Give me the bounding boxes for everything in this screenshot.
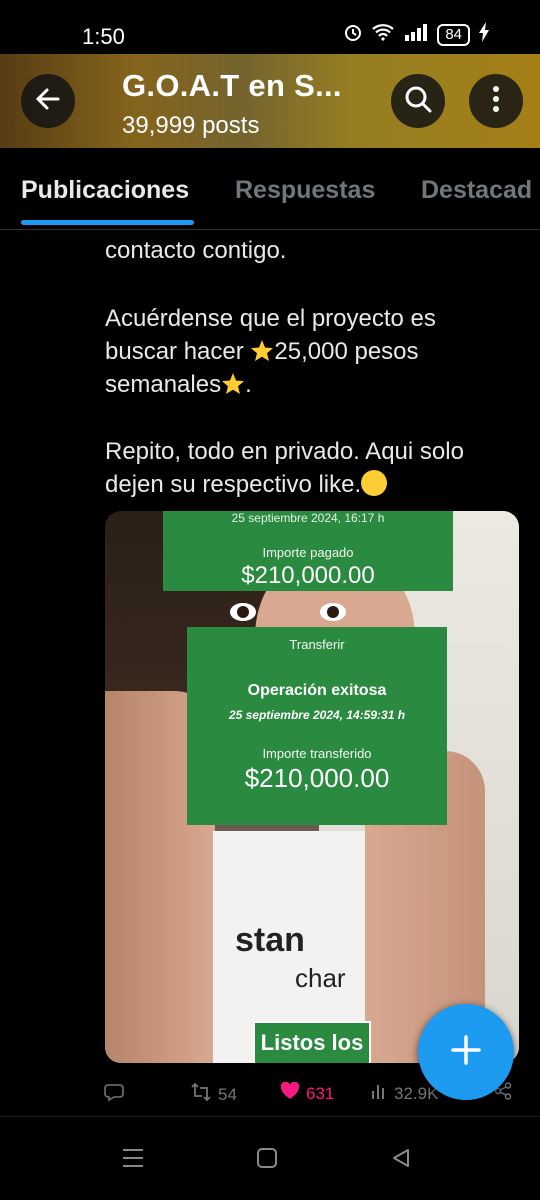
retweet-button[interactable]: 54	[190, 1082, 237, 1107]
status-icons: 84	[343, 22, 490, 47]
system-navigation-bar	[0, 1116, 540, 1200]
post-text-segment: semanales	[105, 371, 222, 398]
post-text-line: Acuérdense que el proyecto es	[105, 305, 436, 332]
star-icon	[221, 372, 245, 396]
like-count: 631	[306, 1083, 335, 1103]
post-text-segment: .	[245, 371, 252, 398]
post-text-line: semanales.	[105, 368, 525, 401]
recent-apps-button[interactable]	[118, 1145, 148, 1175]
post-count: 39,999 posts	[122, 112, 260, 139]
post-text-line: buscar hacer 25,000 pesos	[105, 335, 525, 368]
views-button[interactable]: 32.9K	[370, 1082, 438, 1105]
profile-tabs: Publicaciones Respuestas Destacad	[0, 148, 540, 230]
receipt-date: 25 septiembre 2024, 14:59:31 h	[228, 708, 406, 722]
heart-icon	[280, 1081, 300, 1105]
shirt-text: stan	[235, 921, 305, 959]
reply-button[interactable]	[104, 1082, 124, 1107]
status-time: 1:50	[82, 24, 125, 49]
receipt-label: Importe transferido	[262, 746, 372, 761]
post-text-line: Repito, todo en privado. Aqui solo	[105, 438, 464, 465]
receipt-date: 25 septiembre 2024, 16:17 h	[231, 511, 385, 525]
retweet-count: 54	[218, 1084, 237, 1104]
shirt-text: char	[295, 963, 346, 993]
more-options-button[interactable]	[469, 74, 523, 128]
search-icon	[403, 84, 433, 119]
like-button[interactable]: 631	[280, 1081, 335, 1105]
triangle-back-icon	[390, 1147, 412, 1174]
compose-button[interactable]	[418, 1004, 514, 1100]
tab-publicaciones[interactable]: Publicaciones	[21, 176, 189, 205]
arrow-left-icon	[34, 85, 62, 118]
more-vertical-icon	[491, 85, 501, 118]
caption-overlay: Listos los	[253, 1021, 371, 1063]
signal-icon	[403, 23, 429, 46]
post-text-line: contacto contigo.	[105, 237, 287, 264]
profile-title: G.O.A.T en S...	[122, 68, 342, 103]
active-tab-indicator	[21, 220, 194, 225]
receipt-card-main: Transferir Operación exitosa 25 septiemb…	[187, 627, 447, 825]
shushing-face-icon	[361, 470, 388, 496]
post-text-segment: dejen su respectivo like.	[105, 471, 362, 498]
post-text-line: dejen su respectivo like.	[105, 468, 525, 501]
back-button[interactable]	[21, 74, 75, 128]
battery-indicator: 84	[437, 23, 470, 46]
post-media-image[interactable]: stan char 25 septiembre 2024, 16:17 h Im…	[105, 511, 519, 1063]
square-icon	[256, 1147, 278, 1174]
receipt-amount: $210,000.00	[244, 763, 390, 793]
post-text-segment: 25,000 pesos	[274, 338, 419, 365]
alarm-icon	[343, 22, 363, 47]
receipt-label: Importe pagado	[262, 545, 354, 560]
star-icon	[250, 339, 274, 363]
home-button[interactable]	[252, 1145, 282, 1175]
eye	[230, 603, 256, 621]
post-text-segment: buscar hacer	[105, 338, 251, 365]
bar-chart-icon	[370, 1082, 388, 1105]
receipt-card-top: 25 septiembre 2024, 16:17 h Importe paga…	[163, 511, 453, 591]
retweet-icon	[190, 1082, 212, 1107]
receipt-status: Operación exitosa	[247, 682, 387, 699]
eye	[320, 603, 346, 621]
charging-icon	[478, 22, 490, 47]
receipt-amount: $210,000.00	[241, 562, 375, 589]
tab-respuestas[interactable]: Respuestas	[235, 176, 375, 205]
receipt-header: Transferir	[289, 637, 345, 652]
wifi-icon	[371, 23, 395, 46]
tab-destacados[interactable]: Destacad	[421, 176, 532, 205]
plus-icon	[449, 1033, 483, 1072]
menu-lines-icon	[120, 1147, 146, 1174]
profile-header: G.O.A.T en S... 39,999 posts	[0, 54, 540, 148]
status-bar: 1:50 84	[0, 0, 540, 54]
reply-icon	[104, 1082, 124, 1107]
system-back-button[interactable]	[386, 1145, 416, 1175]
search-button[interactable]	[391, 74, 445, 128]
